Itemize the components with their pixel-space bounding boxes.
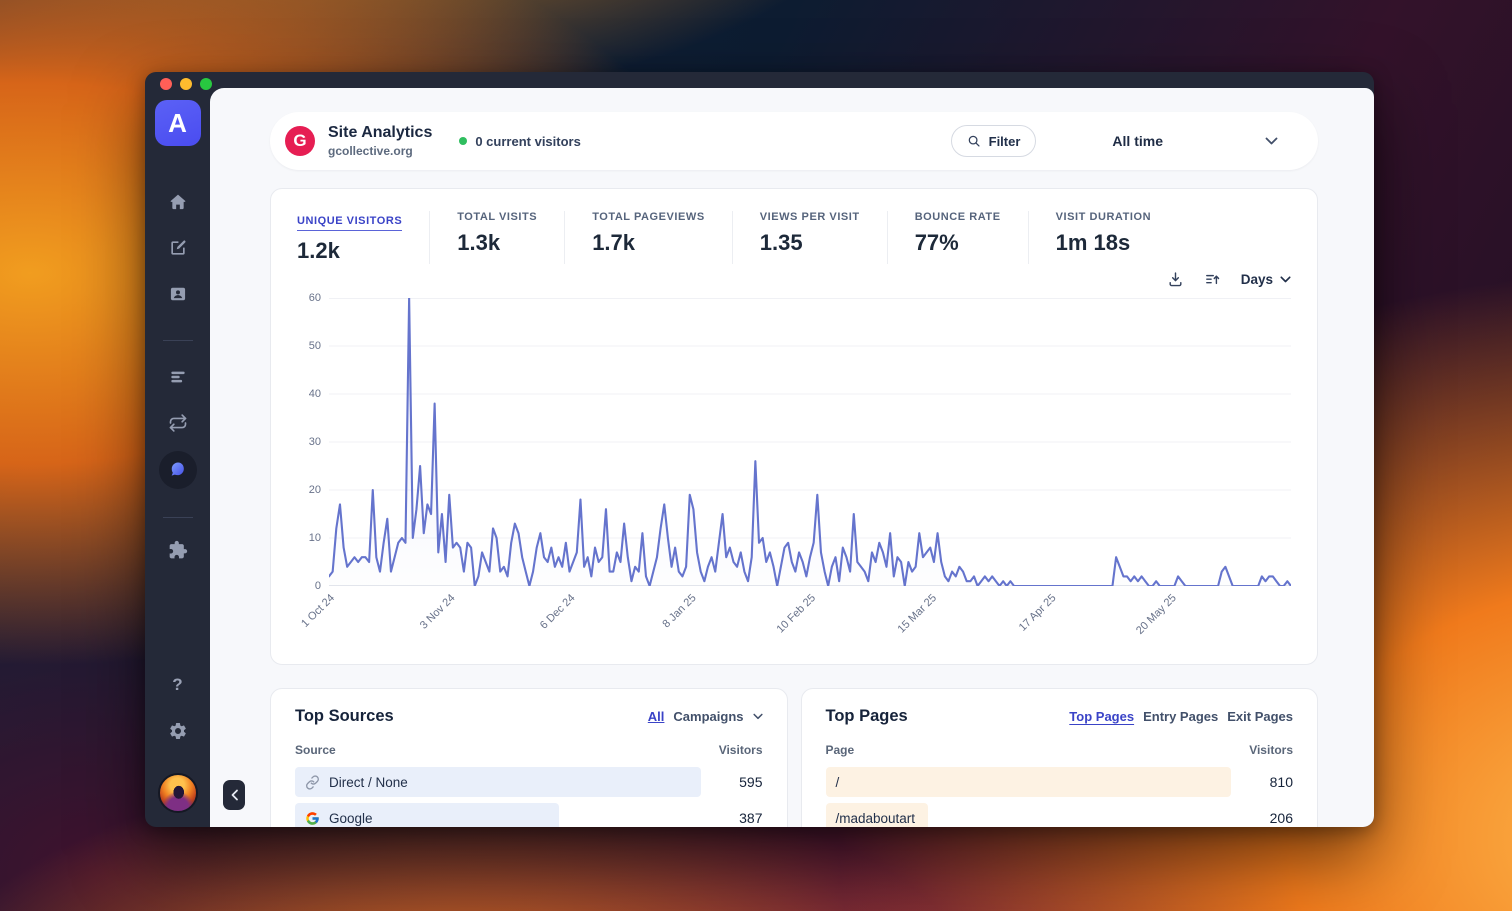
breakdown-section: Top Sources All Campaigns Source Visitor… [270,688,1318,827]
column-page: Page [826,743,855,757]
current-visitors: 0 current visitors [459,134,581,149]
site-domain: gcollective.org [328,144,432,158]
source-visitors: 595 [701,774,763,790]
chevron-down-icon[interactable] [1265,137,1278,145]
chart-plot-area[interactable] [329,298,1291,586]
app-sidebar: A [145,72,210,827]
source-row[interactable]: Google 387 [295,803,763,827]
app-logo[interactable]: A [155,100,201,146]
help-icon[interactable]: ? [166,673,190,697]
tab-top-pages[interactable]: Top Pages [1069,709,1134,724]
tab-entry-pages[interactable]: Entry Pages [1143,709,1218,724]
site-header: G Site Analytics gcollective.org 0 curre… [270,112,1318,170]
top-sources-card: Top Sources All Campaigns Source Visitor… [270,688,788,827]
desktop-wallpaper: A [0,0,1512,911]
page-visitors: 810 [1231,774,1293,790]
metric-total-pageviews[interactable]: TOTAL PAGEVIEWS 1.7k [592,211,733,264]
compose-icon[interactable] [166,236,190,260]
metric-visit-duration[interactable]: VISIT DURATION 1m 18s [1056,211,1179,264]
visitors-chart: 0102030405060 [297,298,1291,586]
list-icon[interactable] [166,365,190,389]
sources-filter-campaigns[interactable]: Campaigns [673,709,743,724]
chat-bubble-icon[interactable] [159,451,197,489]
chevron-down-icon [1280,276,1291,283]
metric-unique-visitors[interactable]: UNIQUE VISITORS 1.2k [297,211,430,264]
online-dot-icon [459,137,467,145]
site-title: Site Analytics [328,124,432,142]
page-visitors: 206 [1231,810,1293,826]
download-icon[interactable] [1167,271,1184,288]
page-row[interactable]: / 810 [826,767,1294,797]
metric-total-visits[interactable]: TOTAL VISITS 1.3k [457,211,565,264]
metric-bounce-rate[interactable]: BOUNCE RATE 77% [915,211,1029,264]
page-path: /madaboutart [836,811,916,826]
analytics-panel: UNIQUE VISITORS 1.2k TOTAL VISITS 1.3k T… [270,188,1318,665]
chart-controls: Days [297,266,1291,292]
sources-filter-all[interactable]: All [648,709,665,724]
page-path: / [836,775,840,790]
top-sources-title: Top Sources [295,707,394,726]
sidebar-collapse-button[interactable] [223,780,245,810]
filter-button-label: Filter [989,134,1021,149]
plugins-icon[interactable] [166,538,190,562]
source-name: Google [329,811,373,826]
chevron-left-icon [230,789,239,801]
filter-button[interactable]: Filter [951,125,1037,157]
page-row[interactable]: /madaboutart 206 [826,803,1294,827]
site-logo: G [285,126,315,156]
window-titlebar [145,72,1374,88]
metric-views-per-visit[interactable]: VIEWS PER VISIT 1.35 [760,211,888,264]
column-source: Source [295,743,336,757]
link-icon [305,775,320,790]
chevron-down-icon[interactable] [753,713,763,720]
app-logo-letter: A [168,110,187,136]
source-name: Direct / None [329,775,408,790]
source-row[interactable]: Direct / None 595 [295,767,763,797]
settings-gear-icon[interactable] [166,719,190,743]
interval-label: Days [1241,272,1273,287]
main-content: G Site Analytics gcollective.org 0 curre… [210,88,1374,827]
analytics-app-window: A [145,72,1374,827]
column-visitors: Visitors [1249,743,1293,757]
chart-y-axis: 0102030405060 [297,298,329,586]
sidebar-divider [163,340,193,341]
sidebar-divider [163,517,193,518]
google-icon [305,811,320,826]
date-range-selector[interactable]: All time [1112,133,1163,149]
tab-exit-pages[interactable]: Exit Pages [1227,709,1293,724]
stats-row: UNIQUE VISITORS 1.2k TOTAL VISITS 1.3k T… [297,211,1291,264]
source-visitors: 387 [701,810,763,826]
page-bar [826,767,1232,797]
top-pages-title: Top Pages [826,707,908,726]
repeat-icon[interactable] [166,411,190,435]
column-visitors: Visitors [719,743,763,757]
chart-x-axis: 1 Oct 243 Nov 246 Dec 248 Jan 2510 Feb 2… [329,586,1291,646]
home-icon[interactable] [166,190,190,214]
compare-sort-icon[interactable] [1204,271,1221,288]
user-avatar[interactable] [158,773,198,813]
media-icon[interactable] [166,282,190,306]
current-visitors-label: 0 current visitors [475,134,581,149]
interval-dropdown[interactable]: Days [1241,272,1291,287]
top-pages-card: Top Pages Top Pages Entry Pages Exit Pag… [801,688,1319,827]
search-icon [967,134,981,148]
